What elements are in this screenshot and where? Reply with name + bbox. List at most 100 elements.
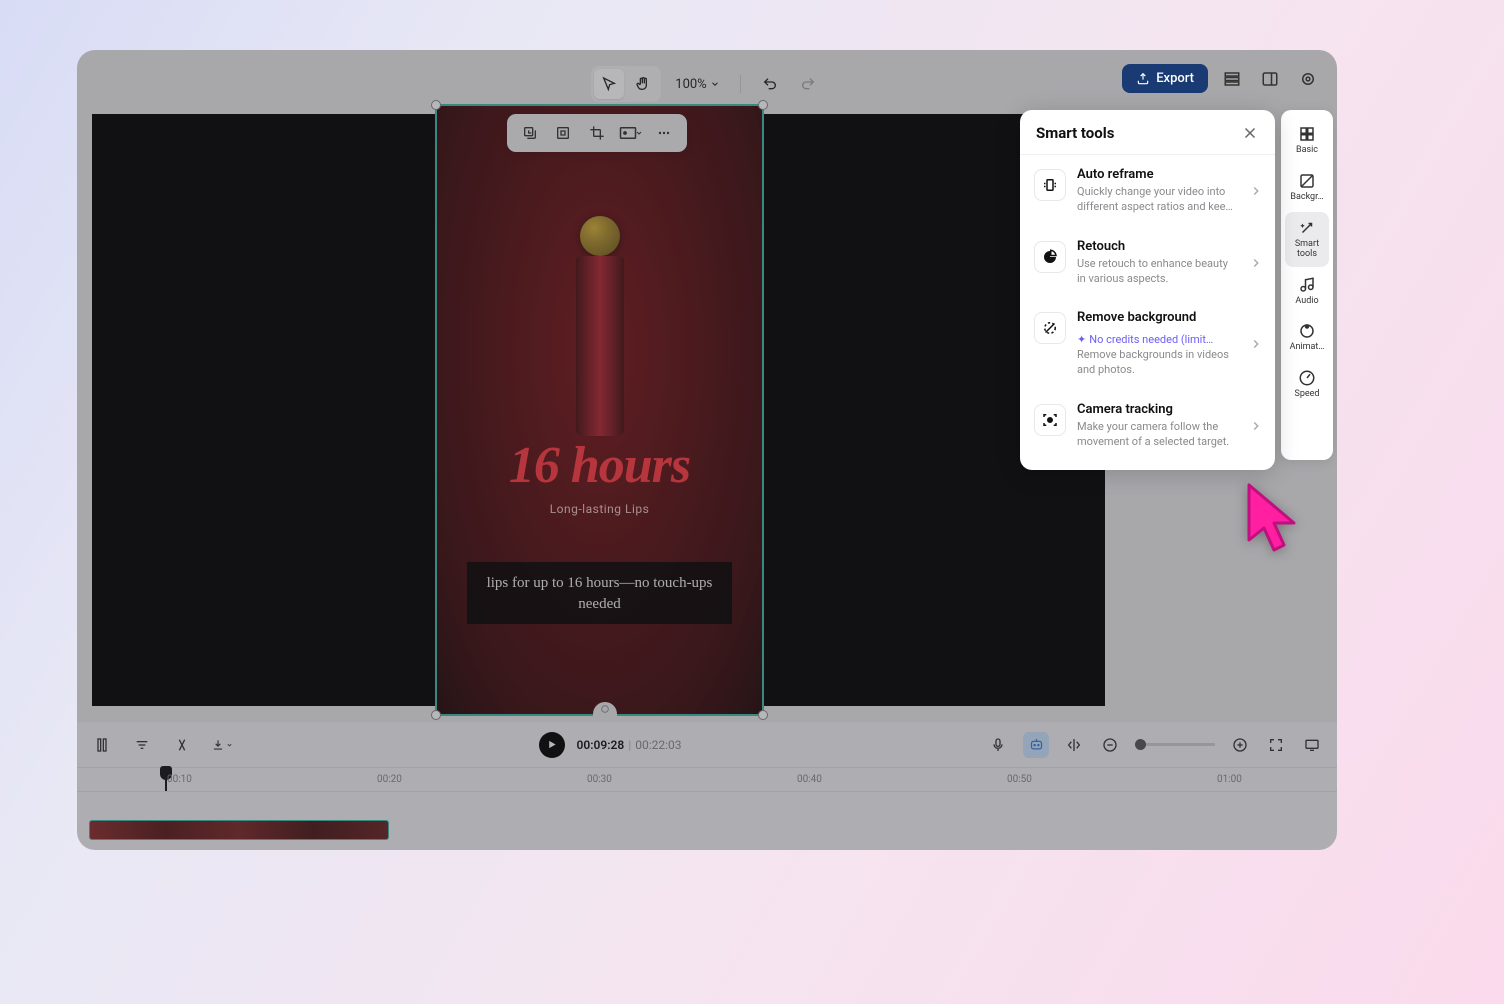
sidebar-item-label: Speed [1294,390,1319,400]
track-area[interactable] [77,792,1337,842]
more-button[interactable] [652,121,676,145]
chevron-down-icon [710,79,720,89]
smart-tools-icon [1298,219,1316,237]
camera-tracking-icon [1034,404,1066,436]
auto-reframe-icon [1034,169,1066,201]
app-window: 100% Export [77,50,1337,850]
canvas[interactable]: 16 hours Long-lasting Lips lips for up t… [92,114,1105,706]
aspect-button[interactable] [619,121,643,145]
video-selection-frame[interactable]: 16 hours Long-lasting Lips lips for up t… [435,104,764,716]
ruler-tick: 00:30 [587,774,612,785]
filter-button[interactable] [131,734,153,756]
retouch-icon [1034,241,1066,273]
ruler-tick: 00:40 [797,774,822,785]
timecode: 00:09:28|00:22:03 [577,738,682,752]
fullscreen-button[interactable] [1265,734,1287,756]
ruler-tick: 00:50 [1007,774,1032,785]
close-icon[interactable] [1241,124,1259,142]
split-button[interactable] [171,734,193,756]
video-headline: 16 hours [437,436,762,495]
download-button[interactable] [211,734,233,756]
basic-icon [1298,125,1316,143]
screen-button[interactable] [1301,734,1323,756]
zoom-value: 100% [675,77,706,92]
ai-button[interactable] [1023,732,1049,758]
ruler-tick: 01:00 [1217,774,1242,785]
smart-tools-panel: Smart tools Auto reframe Quickly change … [1020,110,1275,470]
tool-desc: Make your camera follow the movement of … [1077,420,1238,450]
lipstick-graphic [574,216,626,436]
track-toggle-button[interactable] [91,734,113,756]
record-button[interactable] [987,734,1009,756]
zoom-level[interactable]: 100% [675,77,719,92]
timeline-ruler[interactable]: 00:10 00:20 00:30 00:40 00:50 01:00 [77,768,1337,792]
sidebar-item-animation[interactable]: Animat… [1285,315,1329,360]
export-label: Export [1156,71,1194,86]
right-sidebar: Basic Backgr… Smart tools Audio Animat… … [1281,110,1333,460]
panel-title: Smart tools [1036,124,1114,142]
panel-header: Smart tools [1020,110,1275,155]
chevron-right-icon [1249,256,1263,270]
speed-icon [1298,369,1316,387]
cursor-annotation [1239,480,1309,569]
video-caption: lips for up to 16 hours—no touch-ups nee… [467,562,732,625]
tool-title: Remove background [1077,310,1238,325]
tool-remove-background[interactable]: Remove background ✦ No credits needed (l… [1020,298,1275,390]
video-preview: 16 hours Long-lasting Lips lips for up t… [437,106,762,714]
tool-desc: Use retouch to enhance beauty in various… [1077,257,1238,287]
audio-icon [1298,276,1316,294]
divider [740,75,741,93]
undo-button[interactable] [755,69,785,99]
credit-badge: ✦ No credits needed (limit… [1077,333,1213,346]
tool-title: Retouch [1077,239,1238,254]
sidebar-item-basic[interactable]: Basic [1285,118,1329,163]
redo-button[interactable] [793,69,823,99]
timecode-total: 00:22:03 [635,738,681,752]
video-subhead: Long-lasting Lips [437,502,762,516]
top-right-controls: Export [1122,64,1322,93]
settings-button[interactable] [1294,65,1322,93]
sidebar-item-background[interactable]: Backgr… [1285,165,1329,210]
resize-handle-bl[interactable] [431,710,441,720]
chevron-right-icon [1249,337,1263,351]
background-icon [1298,172,1316,190]
animation-icon [1298,322,1316,340]
sidebar-item-label: Backgr… [1290,193,1323,203]
timecode-current: 00:09:28 [577,738,625,752]
replace-button[interactable] [518,121,542,145]
layers-button[interactable] [1218,65,1246,93]
chevron-right-icon [1249,184,1263,198]
tool-desc: Remove backgrounds in videos and photos. [1077,348,1238,378]
zoom-slider[interactable] [1135,743,1215,746]
tool-camera-tracking[interactable]: Camera tracking Make your camera follow … [1020,390,1275,462]
ruler-tick: 00:20 [377,774,402,785]
panel-toggle-button[interactable] [1256,65,1284,93]
timeline: 00:09:28|00:22:03 00:1000:2000:3000:4000… [77,722,1337,850]
sidebar-item-label: Audio [1295,297,1318,307]
tool-title: Camera tracking [1077,402,1238,417]
resize-handle-br[interactable] [758,710,768,720]
export-icon [1136,72,1150,86]
sidebar-item-smart-tools[interactable]: Smart tools [1285,212,1329,267]
sidebar-item-label: Smart tools [1285,240,1329,260]
sidebar-item-audio[interactable]: Audio [1285,269,1329,314]
fit-button[interactable] [551,121,575,145]
timeline-toolbar: 00:09:28|00:22:03 [77,722,1337,768]
crop-button[interactable] [585,121,609,145]
cursor-tool-group [591,66,661,102]
zoom-in-button[interactable] [1229,734,1251,756]
tool-retouch[interactable]: Retouch Use retouch to enhance beauty in… [1020,227,1275,299]
zoom-out-button[interactable] [1099,734,1121,756]
mirror-button[interactable] [1063,734,1085,756]
select-tool-button[interactable] [594,69,624,99]
sidebar-item-label: Basic [1296,146,1318,156]
remove-bg-icon [1034,312,1066,344]
video-clip[interactable] [89,820,389,840]
play-button[interactable] [539,732,565,758]
sidebar-item-speed[interactable]: Speed [1285,362,1329,407]
tool-desc: Quickly change your video into different… [1077,185,1238,215]
tool-auto-reframe[interactable]: Auto reframe Quickly change your video i… [1020,155,1275,227]
ruler-tick: 00:10 [167,774,192,785]
export-button[interactable]: Export [1122,64,1208,93]
hand-tool-button[interactable] [628,69,658,99]
